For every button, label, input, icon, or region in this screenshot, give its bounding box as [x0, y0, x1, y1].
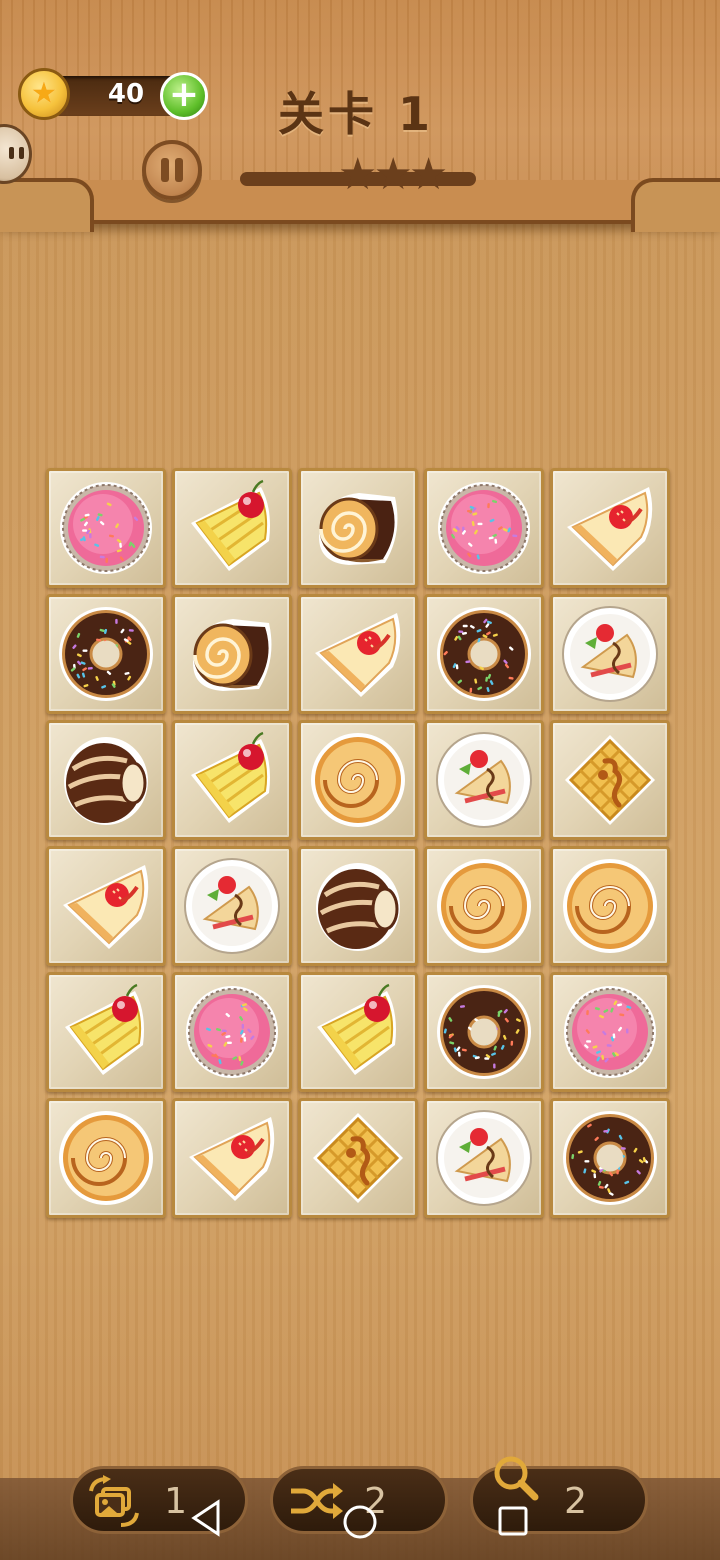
- pineapple-cake-icon: [191, 479, 270, 571]
- pineapple-cake-icon: [317, 983, 396, 1075]
- cinnamon-roll-icon: [437, 859, 531, 953]
- tile-chocolate-donut[interactable]: [46, 594, 166, 714]
- tile-chocolate-shell[interactable]: [46, 720, 166, 840]
- cinnamon-roll-icon: [59, 1111, 153, 1205]
- tile-pink-cupcake[interactable]: [550, 972, 670, 1092]
- strawberry-cake-slice-icon: [315, 613, 401, 697]
- tile-cinnamon-roll[interactable]: [298, 720, 418, 840]
- tile-chocolate-donut[interactable]: [424, 972, 544, 1092]
- tile-pineapple-cake[interactable]: [46, 972, 166, 1092]
- tile-chocolate-donut[interactable]: [424, 594, 544, 714]
- undo-icon: [89, 1475, 139, 1527]
- header-notch-left: [0, 178, 94, 232]
- tile-pineapple-cake[interactable]: [172, 720, 292, 840]
- tile-waffle[interactable]: [550, 720, 670, 840]
- star-icon: ★: [373, 149, 413, 200]
- tile-swiss-roll[interactable]: [172, 594, 292, 714]
- tile-waffle[interactable]: [298, 1098, 418, 1218]
- pause-button[interactable]: [142, 140, 202, 200]
- tile-strawberry-cake-slice[interactable]: [550, 468, 670, 588]
- cinnamon-roll-icon: [311, 733, 405, 827]
- waffle-icon: [313, 1113, 403, 1203]
- tile-board: [44, 466, 676, 1222]
- tile-strawberry-cake-slice[interactable]: [298, 594, 418, 714]
- tile-strawberry-cake-slice[interactable]: [172, 1098, 292, 1218]
- star-icon: ★: [338, 149, 378, 200]
- tile-pink-cupcake[interactable]: [172, 972, 292, 1092]
- pink-cupcake-icon: [186, 986, 278, 1078]
- strawberry-cake-slice-icon: [63, 865, 149, 949]
- nav-recents-icon[interactable]: [494, 1502, 534, 1542]
- crepe-plate-icon: [184, 858, 280, 954]
- progress-stars: ★★★: [338, 150, 488, 200]
- coin-count: 40: [107, 79, 145, 109]
- pink-cupcake-icon: [60, 482, 152, 574]
- tile-chocolate-donut[interactable]: [550, 1098, 670, 1218]
- level-title: 关卡 1: [277, 87, 435, 141]
- tile-chocolate-shell[interactable]: [298, 846, 418, 966]
- tile-pineapple-cake[interactable]: [172, 468, 292, 588]
- tile-strawberry-cake-slice[interactable]: [46, 846, 166, 966]
- chocolate-donut-icon: [563, 1111, 657, 1205]
- magnifier-icon: [494, 1456, 539, 1501]
- tile-cinnamon-roll[interactable]: [550, 846, 670, 966]
- chocolate-donut-icon: [437, 985, 531, 1079]
- tile-swiss-roll[interactable]: [298, 468, 418, 588]
- chocolate-shell-icon: [64, 737, 148, 825]
- star-icon: ★: [408, 149, 449, 200]
- coin-star-icon: ★: [18, 68, 70, 120]
- pineapple-cake-icon: [191, 731, 270, 823]
- swiss-roll-icon: [319, 493, 398, 565]
- strawberry-cake-slice-icon: [567, 487, 653, 571]
- tile-pink-cupcake[interactable]: [424, 468, 544, 588]
- strawberry-cake-slice-icon: [189, 1117, 275, 1201]
- undo-count: 1: [164, 1481, 187, 1522]
- tile-crepe-plate[interactable]: [424, 720, 544, 840]
- nav-home-icon[interactable]: [338, 1500, 382, 1544]
- chocolate-donut-icon: [59, 607, 153, 701]
- hint-count: 2: [564, 1481, 587, 1522]
- swiss-roll-icon: [193, 619, 272, 691]
- tile-crepe-plate[interactable]: [172, 846, 292, 966]
- tile-pink-cupcake[interactable]: [46, 468, 166, 588]
- pink-cupcake-icon: [564, 986, 656, 1078]
- add-coins-button[interactable]: +: [160, 72, 208, 120]
- tile-cinnamon-roll[interactable]: [424, 846, 544, 966]
- pineapple-cake-icon: [65, 983, 144, 1075]
- header-notch-right: [631, 178, 720, 232]
- tile-crepe-plate[interactable]: [424, 1098, 544, 1218]
- tile-pineapple-cake[interactable]: [298, 972, 418, 1092]
- chocolate-shell-icon: [316, 863, 400, 951]
- tile-crepe-plate[interactable]: [550, 594, 670, 714]
- nav-back-icon[interactable]: [186, 1496, 226, 1540]
- cinnamon-roll-icon: [563, 859, 657, 953]
- chocolate-donut-icon: [437, 607, 531, 701]
- shuffle-icon: [291, 1483, 343, 1519]
- tile-cinnamon-roll[interactable]: [46, 1098, 166, 1218]
- pink-cupcake-icon: [438, 482, 530, 574]
- crepe-plate-icon: [436, 1110, 532, 1206]
- crepe-plate-icon: [562, 606, 658, 702]
- waffle-icon: [565, 735, 655, 825]
- crepe-plate-icon: [436, 732, 532, 828]
